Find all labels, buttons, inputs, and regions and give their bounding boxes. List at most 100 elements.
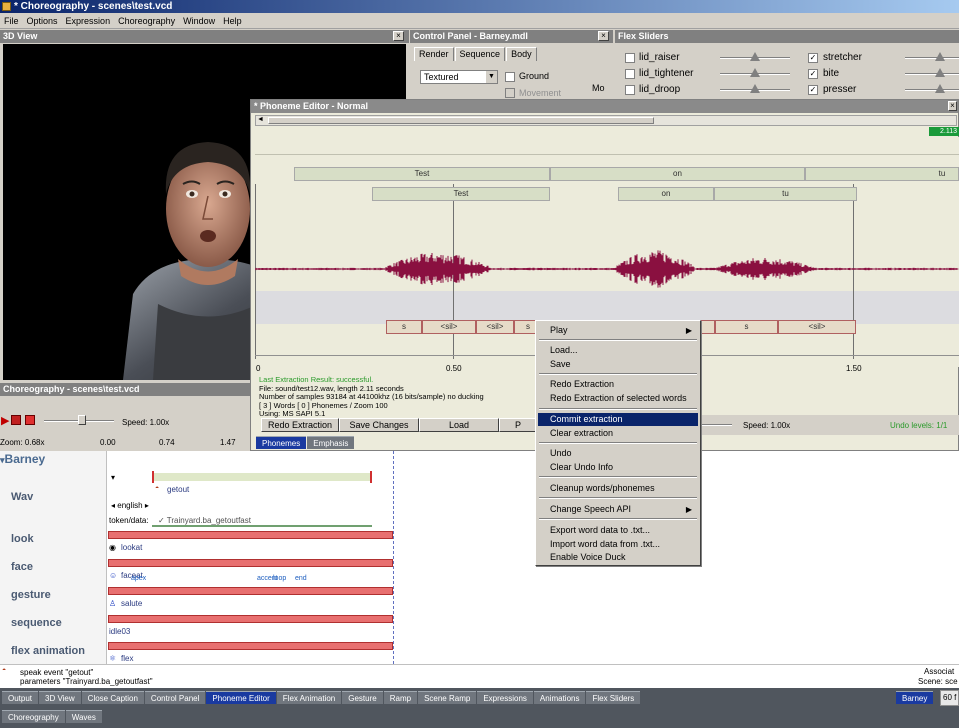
event-lookat[interactable]: lookat — [121, 543, 142, 552]
look-event-bar[interactable] — [108, 531, 393, 539]
menu-item-export-word-data-to-txt[interactable]: Export word data to .txt... — [538, 524, 698, 537]
control-panel-close-button[interactable]: × — [598, 31, 609, 41]
menu-item-load[interactable]: Load... — [538, 344, 698, 357]
menu-item-play[interactable]: Play ▶ — [538, 324, 698, 337]
event-flex[interactable]: flex — [121, 654, 133, 663]
menu-help[interactable]: Help — [219, 13, 246, 27]
flex-slider-thumb-stretcher[interactable] — [935, 52, 945, 61]
menu-item-commit-extraction[interactable]: Commit extraction — [538, 413, 698, 426]
taskbar-output[interactable]: Output — [2, 691, 39, 704]
taskbar-control-panel[interactable]: Control Panel — [144, 691, 206, 704]
menu-item-import-word-data-from-txt[interactable]: Import word data from .txt... — [538, 538, 698, 551]
taskbar-flex-sliders[interactable]: Flex Sliders — [586, 691, 641, 704]
chevron-down-icon[interactable]: ▼ — [486, 71, 497, 83]
flex-slider-thumb-lid_raiser[interactable] — [750, 52, 760, 61]
menu-file[interactable]: File — [0, 13, 23, 27]
flex-slider-thumb-bite[interactable] — [935, 68, 945, 77]
flex-checkbox-presser[interactable]: ✓ — [808, 85, 818, 95]
phoneme-editor-close-button[interactable]: × — [948, 101, 957, 111]
taskbar-flex-animation[interactable]: Flex Animation — [276, 691, 342, 704]
word-on-row2[interactable]: on — [618, 187, 714, 201]
tab-emphasis[interactable]: Emphasis — [307, 436, 355, 449]
flex-checkbox-lid_tightener[interactable] — [625, 69, 635, 79]
phoneme-sil-2[interactable]: <sil> — [476, 320, 514, 334]
menu-options[interactable]: Options — [23, 13, 62, 27]
phoneme-s-3[interactable]: s — [715, 320, 778, 334]
flex-checkbox-stretcher[interactable]: ✓ — [808, 53, 818, 63]
english-selector[interactable]: ◂ english ▸ — [111, 501, 149, 510]
chevron-down-icon[interactable]: ▾ — [111, 473, 115, 482]
gesture-marker-loop[interactable]: loop — [273, 575, 286, 582]
play-icon[interactable]: ▶ — [1, 414, 9, 427]
gesture-event-bar[interactable] — [108, 587, 393, 595]
flex-slider-presser[interactable] — [905, 89, 959, 91]
track-label-Wav[interactable]: Wav — [11, 491, 33, 503]
event-idle03[interactable]: idle03 — [109, 627, 130, 636]
phoneme-s-1[interactable]: s — [386, 320, 422, 334]
tab-phonemes[interactable]: Phonemes — [256, 436, 307, 449]
word-tu-row2[interactable]: tu — [714, 187, 857, 201]
flex-slider-thumb-lid_tightener[interactable] — [750, 68, 760, 77]
tab-sequence[interactable]: Sequence — [454, 47, 506, 61]
flex-slider-thumb-presser[interactable] — [935, 84, 945, 93]
taskbar-scene-ramp[interactable]: Scene Ramp — [418, 691, 477, 704]
pause-icon[interactable] — [11, 415, 21, 425]
taskbar-gesture[interactable]: Gesture — [342, 691, 383, 704]
taskbar-waves[interactable]: Waves — [65, 710, 102, 723]
taskbar-animations[interactable]: Animations — [533, 691, 586, 704]
menu-item-clear-undo-info[interactable]: Clear Undo Info — [538, 461, 698, 474]
ground-checkbox[interactable] — [505, 72, 515, 82]
taskbar-3d-view[interactable]: 3D View — [39, 691, 81, 704]
flex-event-bar[interactable] — [108, 642, 393, 650]
flex-checkbox-lid_raiser[interactable] — [625, 53, 635, 63]
taskbar-close-caption[interactable]: Close Caption — [81, 691, 144, 704]
menu-item-save[interactable]: Save — [538, 358, 698, 371]
track-label-look[interactable]: look — [11, 533, 34, 545]
render-mode-select[interactable]: Textured ▼ — [420, 70, 498, 84]
menu-choreography[interactable]: Choreography — [114, 13, 179, 27]
scroll-left-icon[interactable]: ◄ — [257, 116, 264, 123]
redo-extraction-button[interactable]: Redo Extraction — [261, 418, 339, 432]
load-button[interactable]: Load — [419, 418, 499, 432]
phoneme-sil-1[interactable]: <sil> — [422, 320, 476, 334]
event-salute[interactable]: salute — [121, 599, 142, 608]
track-label-flex-animation[interactable]: flex animation — [11, 645, 85, 657]
view3d-close-button[interactable]: × — [393, 31, 404, 41]
stop-icon[interactable] — [25, 415, 35, 425]
flex-slider-stretcher[interactable] — [905, 57, 959, 59]
tab-body[interactable]: Body — [506, 47, 537, 61]
actor-button-barney[interactable]: Barney — [896, 691, 934, 704]
flex-slider-thumb-lid_droop[interactable] — [750, 84, 760, 93]
tab-render[interactable]: Render — [414, 47, 454, 61]
save-changes-button[interactable]: Save Changes — [339, 418, 419, 432]
scrollbar-thumb[interactable] — [268, 117, 654, 124]
word-test-row2[interactable]: Test — [372, 187, 550, 201]
flex-slider-bite[interactable] — [905, 73, 959, 75]
phoneme-sil-3[interactable]: <sil> — [778, 320, 856, 334]
taskbar-phoneme-editor[interactable]: Phoneme Editor — [206, 691, 276, 704]
track-label-sequence[interactable]: sequence — [11, 617, 62, 629]
gesture-marker-end[interactable]: end — [295, 575, 307, 582]
menu-window[interactable]: Window — [179, 13, 219, 27]
menu-expression[interactable]: Expression — [62, 13, 115, 27]
menu-item-cleanup-words-phonemes[interactable]: Cleanup words/phonemes — [538, 482, 698, 495]
wav-event-bar[interactable] — [152, 473, 372, 481]
track-label-gesture[interactable]: gesture — [11, 589, 51, 601]
sequence-event-bar[interactable] — [108, 615, 393, 623]
face-event-bar[interactable] — [108, 559, 393, 567]
actor-barney[interactable]: ▾Barney — [0, 452, 45, 466]
movement-checkbox[interactable] — [505, 88, 515, 98]
track-label-face[interactable]: face — [11, 561, 33, 573]
gesture-marker-apex[interactable]: apex — [131, 575, 146, 582]
taskbar-expressions[interactable]: Expressions — [477, 691, 533, 704]
menu-item-clear-extraction[interactable]: Clear extraction — [538, 427, 698, 440]
taskbar-choreography[interactable]: Choreography — [2, 710, 65, 723]
event-getout[interactable]: getout — [167, 485, 189, 494]
word-test-row1[interactable]: Test — [294, 167, 550, 181]
word-on-row1[interactable]: on — [550, 167, 805, 181]
taskbar-ramp[interactable]: Ramp — [383, 691, 418, 704]
scrub-slider-thumb[interactable] — [78, 415, 86, 425]
flex-checkbox-bite[interactable]: ✓ — [808, 69, 818, 79]
menu-item-enable-voice-duck[interactable]: Enable Voice Duck — [538, 551, 698, 564]
horizontal-scrollbar[interactable]: ◄ — [255, 115, 957, 126]
